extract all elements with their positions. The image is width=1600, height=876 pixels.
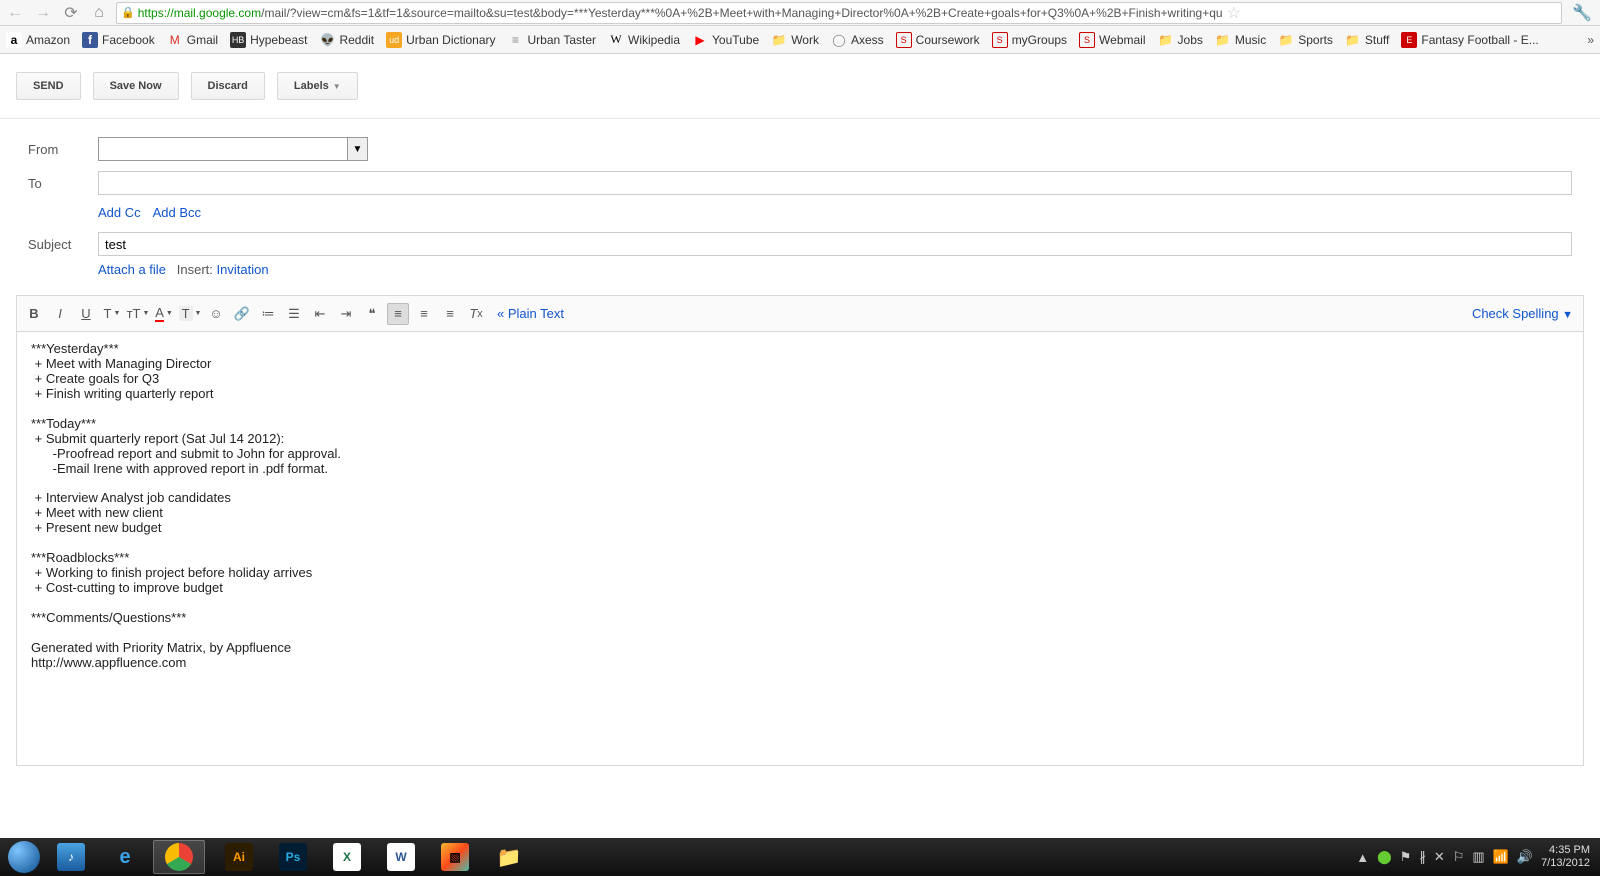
align-center-button[interactable]: ≡ bbox=[413, 303, 435, 325]
taskbar-explorer[interactable]: 📁 bbox=[483, 840, 535, 874]
bookmark-urbantaster[interactable]: ≡Urban Taster bbox=[508, 32, 596, 48]
taskbar-ie[interactable]: e bbox=[99, 840, 151, 874]
taskbar-word[interactable]: W bbox=[375, 840, 427, 874]
check-spelling-link[interactable]: Check Spelling ▼ bbox=[1472, 306, 1573, 321]
from-label: From bbox=[28, 142, 98, 157]
underline-button[interactable]: U bbox=[75, 303, 97, 325]
clock[interactable]: 4:35 PM 7/13/2012 bbox=[1541, 844, 1590, 870]
bold-button[interactable]: B bbox=[23, 303, 45, 325]
tray-icon[interactable]: ⚑ bbox=[1400, 849, 1412, 865]
bookmark-hypebeast[interactable]: HBHypebeast bbox=[230, 32, 307, 48]
link-button[interactable]: 🔗 bbox=[231, 303, 253, 325]
chevron-down-icon: ▼ bbox=[333, 82, 341, 91]
bookmark-jobs[interactable]: 📁Jobs bbox=[1158, 32, 1203, 48]
bookmarks-overflow[interactable]: » bbox=[1587, 33, 1594, 47]
reload-button[interactable]: ⟳ bbox=[60, 2, 82, 24]
subject-input[interactable] bbox=[98, 232, 1572, 256]
bookmark-reddit[interactable]: 👽Reddit bbox=[319, 32, 374, 48]
bookmark-urbandictionary[interactable]: udUrban Dictionary bbox=[386, 32, 495, 48]
align-left-button[interactable]: ≡ bbox=[387, 303, 409, 325]
flag-icon[interactable]: ⚐ bbox=[1453, 849, 1465, 865]
bookmark-axess[interactable]: ◯Axess bbox=[831, 32, 884, 48]
bookmarks-bar: aAmazon fFacebook MGmail HBHypebeast 👽Re… bbox=[0, 26, 1600, 54]
chevron-down-icon: ▼ bbox=[1562, 309, 1573, 321]
url-bar[interactable]: 🔒 https://mail.google.com /mail/?view=cm… bbox=[116, 2, 1562, 24]
chevron-down-icon: ▼ bbox=[347, 138, 367, 160]
emoji-button[interactable]: ☺ bbox=[205, 303, 227, 325]
bookmark-music[interactable]: 📁Music bbox=[1215, 32, 1266, 48]
labels-button[interactable]: Labels▼ bbox=[277, 72, 358, 100]
discard-button[interactable]: Discard bbox=[191, 72, 265, 100]
url-path: /mail/?view=cm&fs=1&tf=1&source=mailto&s… bbox=[261, 6, 1222, 20]
taskbar-photos[interactable]: ▧ bbox=[429, 840, 481, 874]
bookmark-webmail[interactable]: SWebmail bbox=[1079, 32, 1145, 48]
start-button[interactable] bbox=[4, 838, 44, 876]
clock-time: 4:35 PM bbox=[1541, 844, 1590, 857]
bookmark-stuff[interactable]: 📁Stuff bbox=[1345, 32, 1389, 48]
send-button[interactable]: SEND bbox=[16, 72, 81, 100]
taskbar-itunes[interactable]: ♪ bbox=[45, 840, 97, 874]
bookmark-gmail[interactable]: MGmail bbox=[167, 32, 218, 48]
bookmark-fantasy[interactable]: EFantasy Football - E... bbox=[1401, 32, 1538, 48]
bookmark-sports[interactable]: 📁Sports bbox=[1278, 32, 1333, 48]
home-button[interactable]: ⌂ bbox=[88, 2, 110, 24]
compose-form: From ▼ To Add Cc Add Bcc Subject Attach … bbox=[0, 119, 1600, 295]
font-size-button[interactable]: тT▼ bbox=[127, 303, 149, 325]
add-cc-link[interactable]: Add Cc bbox=[98, 205, 141, 220]
invitation-link[interactable]: Invitation bbox=[217, 262, 269, 277]
settings-icon[interactable]: 🔧 bbox=[1572, 3, 1592, 23]
outdent-button[interactable]: ⇤ bbox=[309, 303, 331, 325]
subject-label: Subject bbox=[28, 237, 98, 252]
volume-icon[interactable]: 🔊 bbox=[1517, 849, 1533, 865]
save-now-button[interactable]: Save Now bbox=[93, 72, 179, 100]
to-label: To bbox=[28, 176, 98, 191]
indent-button[interactable]: ⇥ bbox=[335, 303, 357, 325]
tray-icon[interactable]: ⬤ bbox=[1377, 849, 1392, 865]
italic-button[interactable]: I bbox=[49, 303, 71, 325]
lock-icon: 🔒 bbox=[121, 6, 135, 19]
url-host: https://mail.google.com bbox=[138, 6, 261, 20]
font-family-button[interactable]: T▼ bbox=[101, 303, 123, 325]
wifi-icon[interactable]: 📶 bbox=[1493, 849, 1509, 865]
attach-file-link[interactable]: Attach a file bbox=[98, 262, 166, 277]
add-bcc-link[interactable]: Add Bcc bbox=[153, 205, 201, 220]
tray-icon[interactable]: ✕ bbox=[1434, 849, 1445, 865]
bookmark-work[interactable]: 📁Work bbox=[771, 32, 819, 48]
format-toolbar: B I U T▼ тT▼ A▼ T▼ ☺ 🔗 ≔ ☰ ⇤ ⇥ ❝ ≡ ≡ ≡ T… bbox=[16, 295, 1584, 331]
align-right-button[interactable]: ≡ bbox=[439, 303, 461, 325]
taskbar-excel[interactable]: X bbox=[321, 840, 373, 874]
taskbar-illustrator[interactable]: Ai bbox=[213, 840, 265, 874]
star-icon[interactable]: ☆ bbox=[1227, 3, 1241, 23]
taskbar-photoshop[interactable]: Ps bbox=[267, 840, 319, 874]
battery-icon[interactable]: ▥ bbox=[1472, 849, 1484, 865]
text-color-button[interactable]: A▼ bbox=[153, 303, 175, 325]
to-input[interactable] bbox=[98, 171, 1572, 195]
windows-taskbar: ♪ e Ai Ps X W ▧ 📁 ▲ ⬤ ⚑ ∦ ✕ ⚐ ▥ 📶 🔊 4:35… bbox=[0, 838, 1600, 876]
bookmark-mygroups[interactable]: SmyGroups bbox=[992, 32, 1067, 48]
forward-button[interactable]: → bbox=[32, 2, 54, 24]
bluetooth-icon[interactable]: ∦ bbox=[1419, 849, 1426, 865]
bookmark-amazon[interactable]: aAmazon bbox=[6, 32, 70, 48]
numbered-list-button[interactable]: ≔ bbox=[257, 303, 279, 325]
bookmark-facebook[interactable]: fFacebook bbox=[82, 32, 155, 48]
bullet-list-button[interactable]: ☰ bbox=[283, 303, 305, 325]
compose-toolbar: SEND Save Now Discard Labels▼ bbox=[0, 54, 1600, 119]
bookmark-youtube[interactable]: ▶YouTube bbox=[692, 32, 759, 48]
back-button[interactable]: ← bbox=[4, 2, 26, 24]
message-body[interactable]: ***Yesterday*** + Meet with Managing Dir… bbox=[16, 331, 1584, 766]
browser-toolbar: ← → ⟳ ⌂ 🔒 https://mail.google.com /mail/… bbox=[0, 0, 1600, 26]
highlight-button[interactable]: T▼ bbox=[179, 303, 201, 325]
bookmark-wikipedia[interactable]: WWikipedia bbox=[608, 32, 680, 48]
taskbar-chrome[interactable] bbox=[153, 840, 205, 874]
tray-icon[interactable]: ▲ bbox=[1356, 850, 1369, 865]
plain-text-link[interactable]: « Plain Text bbox=[497, 306, 564, 321]
clock-date: 7/13/2012 bbox=[1541, 857, 1590, 870]
remove-format-button[interactable]: Tx bbox=[465, 303, 487, 325]
quote-button[interactable]: ❝ bbox=[361, 303, 383, 325]
bookmark-coursework[interactable]: SCoursework bbox=[896, 32, 980, 48]
from-select[interactable]: ▼ bbox=[98, 137, 368, 161]
insert-label: Insert: bbox=[177, 262, 213, 277]
system-tray: ▲ ⬤ ⚑ ∦ ✕ ⚐ ▥ 📶 🔊 4:35 PM 7/13/2012 bbox=[1356, 844, 1596, 870]
